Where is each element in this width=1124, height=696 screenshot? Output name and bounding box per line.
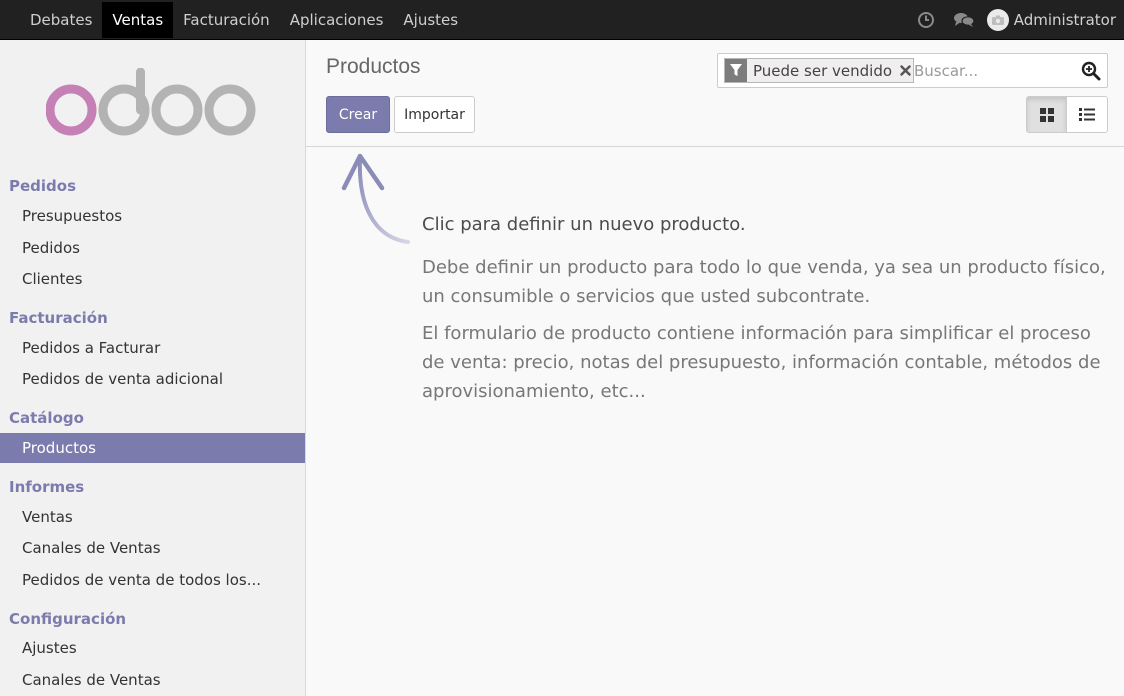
search-box: Puede ser vendido bbox=[717, 53, 1108, 88]
main-content: Productos Crear Importar Puede ser vendi… bbox=[306, 40, 1124, 696]
menu-ventas[interactable]: Ventas bbox=[102, 2, 174, 38]
view-switcher bbox=[1026, 96, 1108, 133]
user-menu[interactable]: Administrator bbox=[983, 0, 1124, 40]
list-view-icon[interactable] bbox=[1067, 96, 1108, 133]
top-navbar: Debates Ventas Facturación Aplicaciones … bbox=[0, 0, 1124, 40]
section-facturacion: Facturación bbox=[9, 309, 108, 327]
username: Administrator bbox=[1013, 11, 1116, 29]
section-configuracion: Configuración bbox=[9, 610, 127, 628]
help-paragraph-1: Debe definir un producto para todo lo qu… bbox=[422, 257, 1106, 307]
sidebar: Pedidos Presupuestos Pedidos Clientes Fa… bbox=[0, 40, 306, 696]
menu-ajustes[interactable]: Ajustes bbox=[393, 2, 468, 38]
search-facet: Puede ser vendido bbox=[724, 58, 915, 83]
menu-debates[interactable]: Debates bbox=[20, 2, 102, 38]
sidebar-item-presupuestos[interactable]: Presupuestos bbox=[0, 201, 305, 231]
filter-icon bbox=[725, 59, 747, 82]
avatar bbox=[986, 9, 1009, 31]
sidebar-item-pedidos-todos[interactable]: Pedidos de venta de todos los... bbox=[0, 565, 305, 595]
sidebar-item-canales-de-ventas[interactable]: Canales de Ventas bbox=[0, 533, 305, 563]
sidebar-item-pedidos[interactable]: Pedidos bbox=[0, 233, 305, 263]
clock-icon[interactable] bbox=[907, 0, 945, 40]
camera-icon bbox=[991, 15, 1004, 25]
facet-label: Puede ser vendido bbox=[753, 61, 893, 80]
sidebar-item-ajustes[interactable]: Ajustes bbox=[0, 633, 305, 663]
section-pedidos: Pedidos bbox=[9, 177, 77, 195]
section-catalogo: Catálogo bbox=[9, 409, 84, 427]
kanban-view-icon[interactable] bbox=[1026, 96, 1067, 133]
systray: Administrator bbox=[907, 0, 1124, 40]
page-title: Productos bbox=[326, 55, 421, 78]
help-message: Clic para definir un nuevo producto. Deb… bbox=[422, 210, 1112, 414]
sidebar-item-productos[interactable]: Productos bbox=[0, 433, 305, 463]
app-menu: Debates Ventas Facturación Aplicaciones … bbox=[20, 0, 468, 40]
sidebar-item-pedidos-venta-adicional[interactable]: Pedidos de venta adicional bbox=[0, 364, 305, 394]
sidebar-item-ventas[interactable]: Ventas bbox=[0, 502, 305, 532]
help-title: Clic para definir un nuevo producto. bbox=[422, 214, 746, 235]
sidebar-item-pedidos-a-facturar[interactable]: Pedidos a Facturar bbox=[0, 333, 305, 363]
sidebar-item-config-canales[interactable]: Canales de Ventas bbox=[0, 665, 305, 695]
search-input[interactable] bbox=[914, 58, 1074, 83]
curved-arrow-icon bbox=[336, 148, 416, 252]
sidebar-item-clientes[interactable]: Clientes bbox=[0, 264, 305, 294]
odoo-logo[interactable] bbox=[45, 67, 258, 144]
menu-aplicaciones[interactable]: Aplicaciones bbox=[280, 2, 394, 38]
section-informes: Informes bbox=[9, 478, 85, 496]
control-panel: Productos Crear Importar Puede ser vendi… bbox=[306, 40, 1124, 147]
menu-facturacion[interactable]: Facturación bbox=[173, 2, 280, 38]
search-icon[interactable] bbox=[1079, 59, 1103, 83]
import-button[interactable]: Importar bbox=[394, 96, 475, 133]
help-paragraph-2: El formulario de producto contiene infor… bbox=[422, 323, 1101, 402]
chat-icon[interactable] bbox=[945, 0, 983, 40]
facet-remove-icon[interactable] bbox=[897, 59, 913, 82]
create-button[interactable]: Crear bbox=[326, 96, 390, 133]
